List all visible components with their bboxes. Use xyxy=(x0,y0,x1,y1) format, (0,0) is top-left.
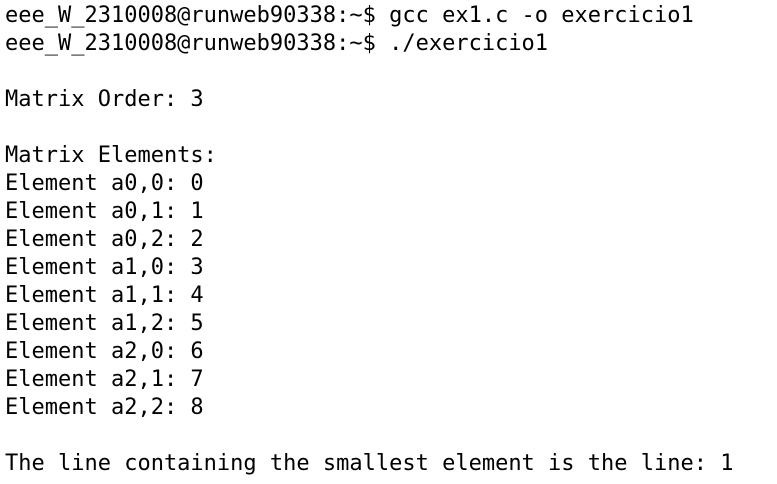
terminal-line-element: Element a1,2: 5 xyxy=(5,311,204,336)
terminal-line-compile-command: eee_W_2310008@runweb90338:~$ gcc ex1.c -… xyxy=(5,3,694,28)
terminal-line-element: Element a0,2: 2 xyxy=(5,227,204,252)
terminal-line-element: Element a2,2: 8 xyxy=(5,395,204,420)
terminal-line-element: Element a2,1: 7 xyxy=(5,367,204,392)
terminal-line-matrix-elements-heading: Matrix Elements: xyxy=(5,143,217,168)
terminal-line-element: Element a1,1: 4 xyxy=(5,283,204,308)
terminal-line-matrix-order: Matrix Order: 3 xyxy=(5,87,204,112)
terminal-window[interactable]: eee_W_2310008@runweb90338:~$ gcc ex1.c -… xyxy=(5,0,777,484)
terminal-line-element: Element a0,0: 0 xyxy=(5,171,204,196)
terminal-line-result: The line containing the smallest element… xyxy=(5,451,734,476)
terminal-line-element: Element a1,0: 3 xyxy=(5,255,204,280)
terminal-line-element: Element a0,1: 1 xyxy=(5,199,204,224)
terminal-line-element: Element a2,0: 6 xyxy=(5,339,204,364)
terminal-line-run-command: eee_W_2310008@runweb90338:~$ ./exercicio… xyxy=(5,31,549,56)
